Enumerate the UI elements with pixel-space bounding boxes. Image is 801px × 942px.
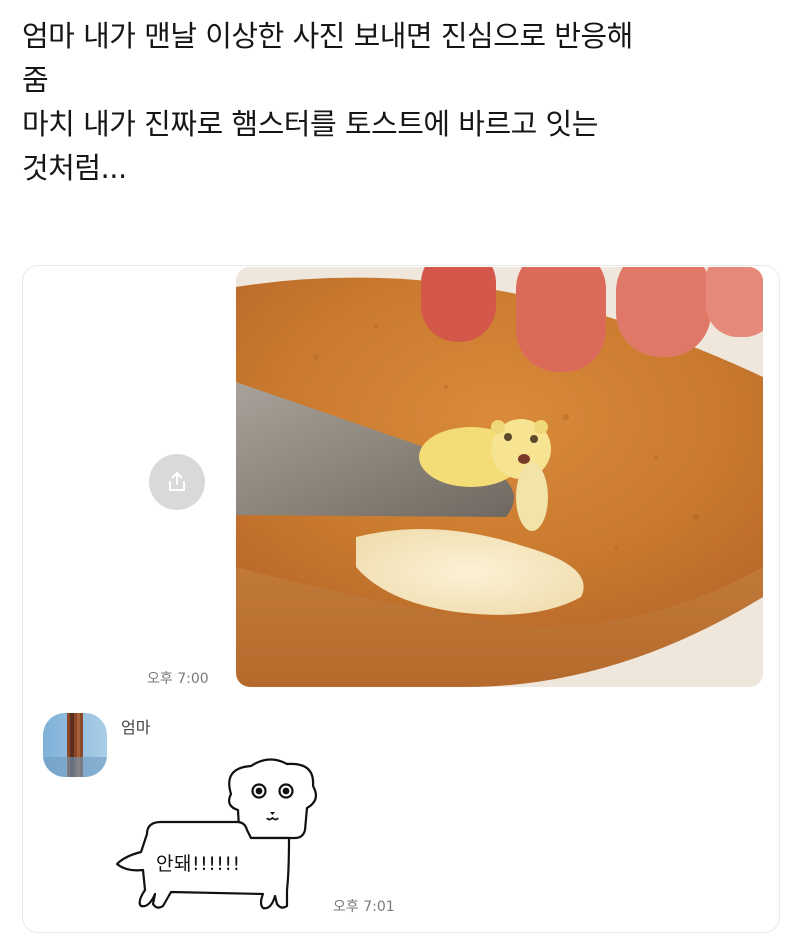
caption-line: 것처럼...	[22, 151, 127, 185]
dog-sticker-drawing	[115, 758, 318, 910]
sent-timestamp: 오후 7:00	[147, 671, 209, 687]
sticker-text: 안돼!!!!!!	[156, 853, 241, 875]
caption-line: 엄마 내가 맨날 이상한 사진 보내면 진심으로 반응해	[22, 19, 633, 53]
sent-photo[interactable]	[236, 267, 763, 687]
dog-sticker[interactable]: 안돼!!!!!!	[111, 752, 331, 916]
caption-line: 줌	[22, 63, 49, 97]
share-icon	[169, 472, 185, 491]
profile-photo	[43, 713, 107, 777]
post-caption: 엄마 내가 맨날 이상한 사진 보내면 진심으로 반응해 줌 마치 내가 진짜로…	[22, 14, 782, 190]
share-button[interactable]	[149, 454, 205, 510]
received-timestamp: 오후 7:01	[333, 899, 395, 915]
sender-name: 엄마	[121, 718, 151, 737]
avatar[interactable]	[43, 713, 107, 777]
toast-image	[236, 267, 763, 687]
chat-screenshot: 오후 7:00 엄마 안돼!!!!!! 오후 7:01	[22, 265, 780, 933]
caption-line: 마치 내가 진짜로 햄스터를 토스트에 바르고 잇는	[22, 107, 598, 141]
